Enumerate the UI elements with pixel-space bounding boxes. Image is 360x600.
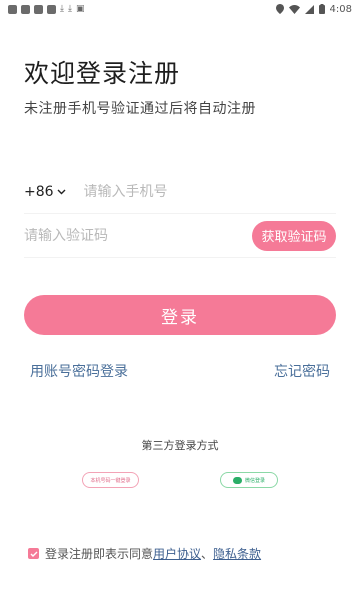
app-notification-icon (47, 4, 56, 14)
checkmark-icon (30, 551, 37, 557)
agreement-prefix: 登录注册即表示同意 (45, 547, 154, 561)
user-agreement-link[interactable]: 用户协议 (153, 545, 201, 562)
wechat-icon (232, 476, 242, 484)
image-icon: ▣ (75, 3, 85, 14)
page-subtitle: 未注册手机号验证通过后将自动注册 (24, 101, 256, 117)
battery-icon (318, 4, 325, 14)
app-notification-icon (8, 4, 17, 14)
login-button[interactable]: 登录 (24, 295, 336, 335)
location-icon (275, 4, 284, 14)
verification-code-input[interactable] (24, 227, 224, 244)
signal-icon (304, 4, 314, 14)
system-icons: 4:08 (275, 3, 352, 15)
notification-icons: ⤓ ⤓ ▣ (8, 3, 85, 14)
privacy-policy-link[interactable]: 隐私条款 (213, 545, 261, 562)
account-password-login-link[interactable]: 用账号密码登录 (30, 361, 128, 381)
third-party-login-title: 第三方登录方式 (141, 439, 219, 452)
page-title: 欢迎登录注册 (24, 59, 181, 88)
app-notification-icon (21, 4, 30, 14)
country-code-label: +86 (24, 183, 54, 200)
country-code-selector[interactable]: +86 (24, 184, 66, 200)
agreement-separator: 、 (201, 547, 214, 561)
wifi-icon (288, 4, 300, 14)
one-key-login-button[interactable]: 本机号码一键登录 (82, 472, 139, 488)
agreement-row: 登录注册即表示同意 用户协议 、 隐私条款 (28, 545, 261, 562)
status-time: 4:08 (329, 3, 352, 15)
phone-input[interactable] (83, 183, 284, 200)
chevron-down-icon (57, 189, 66, 194)
get-code-button[interactable]: 获取验证码 (252, 220, 336, 251)
wechat-login-label: 微信登录 (244, 477, 265, 484)
wechat-login-button[interactable]: 微信登录 (220, 472, 278, 488)
status-bar: ⤓ ⤓ ▣ 4:08 (0, 0, 360, 18)
one-key-login-label: 本机号码一键登录 (90, 477, 131, 484)
agreement-checkbox[interactable] (28, 548, 39, 559)
app-notification-icon (34, 4, 43, 14)
download-icon: ⤓ (67, 3, 72, 14)
download-icon: ⤓ (60, 3, 64, 14)
code-row: 获取验证码 (24, 214, 336, 258)
forgot-password-link[interactable]: 忘记密码 (274, 361, 330, 381)
phone-row: +86 (24, 170, 336, 214)
